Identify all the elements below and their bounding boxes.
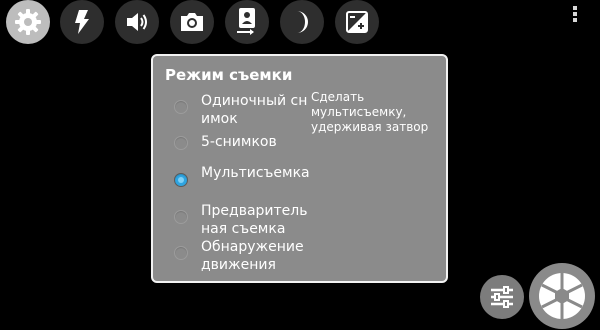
switch-camera-button[interactable] — [225, 0, 269, 44]
overflow-menu-icon[interactable] — [572, 6, 578, 26]
shutter-button[interactable] — [529, 263, 595, 329]
aperture-icon — [539, 273, 585, 319]
flash-icon — [75, 10, 89, 34]
night-mode-button[interactable] — [280, 0, 324, 44]
sound-button[interactable] — [115, 0, 159, 44]
night-mode-icon — [297, 11, 308, 33]
radio-button[interactable] — [174, 246, 188, 260]
radio-button[interactable] — [174, 210, 188, 224]
exposure-button[interactable] — [335, 0, 379, 44]
panel-title: Режим съемки — [165, 66, 293, 84]
gear-icon — [15, 9, 41, 35]
option-label: 5-снимков — [201, 134, 277, 150]
option-label: Обнаружение движения — [201, 239, 304, 273]
settings-gear-button[interactable] — [6, 0, 50, 44]
option-label: Одиночный снимок — [201, 93, 308, 127]
option-motion-detection[interactable]: Обнаружение движения — [153, 239, 313, 281]
option-single-shot[interactable]: Одиночный снимок — [153, 93, 313, 134]
adjustments-button[interactable] — [480, 275, 524, 319]
mode-description: Сделать мультисъемку, удерживая затвор — [311, 90, 429, 134]
sliders-icon — [491, 286, 513, 308]
volume-icon — [127, 13, 147, 31]
option-label: Мультисъемка — [201, 165, 310, 181]
radio-button-selected[interactable] — [174, 173, 188, 187]
exposure-icon — [346, 11, 368, 33]
radio-button[interactable] — [174, 136, 188, 150]
camera-mode-button[interactable] — [170, 0, 214, 44]
switch-camera-icon — [237, 8, 255, 35]
shooting-mode-panel: Режим съемки Одиночный снимок 5-снимков … — [151, 54, 448, 283]
camera-icon — [181, 13, 203, 31]
flash-button[interactable] — [60, 0, 104, 44]
radio-button[interactable] — [174, 100, 188, 114]
option-label: Предварительная съемка — [201, 203, 308, 237]
